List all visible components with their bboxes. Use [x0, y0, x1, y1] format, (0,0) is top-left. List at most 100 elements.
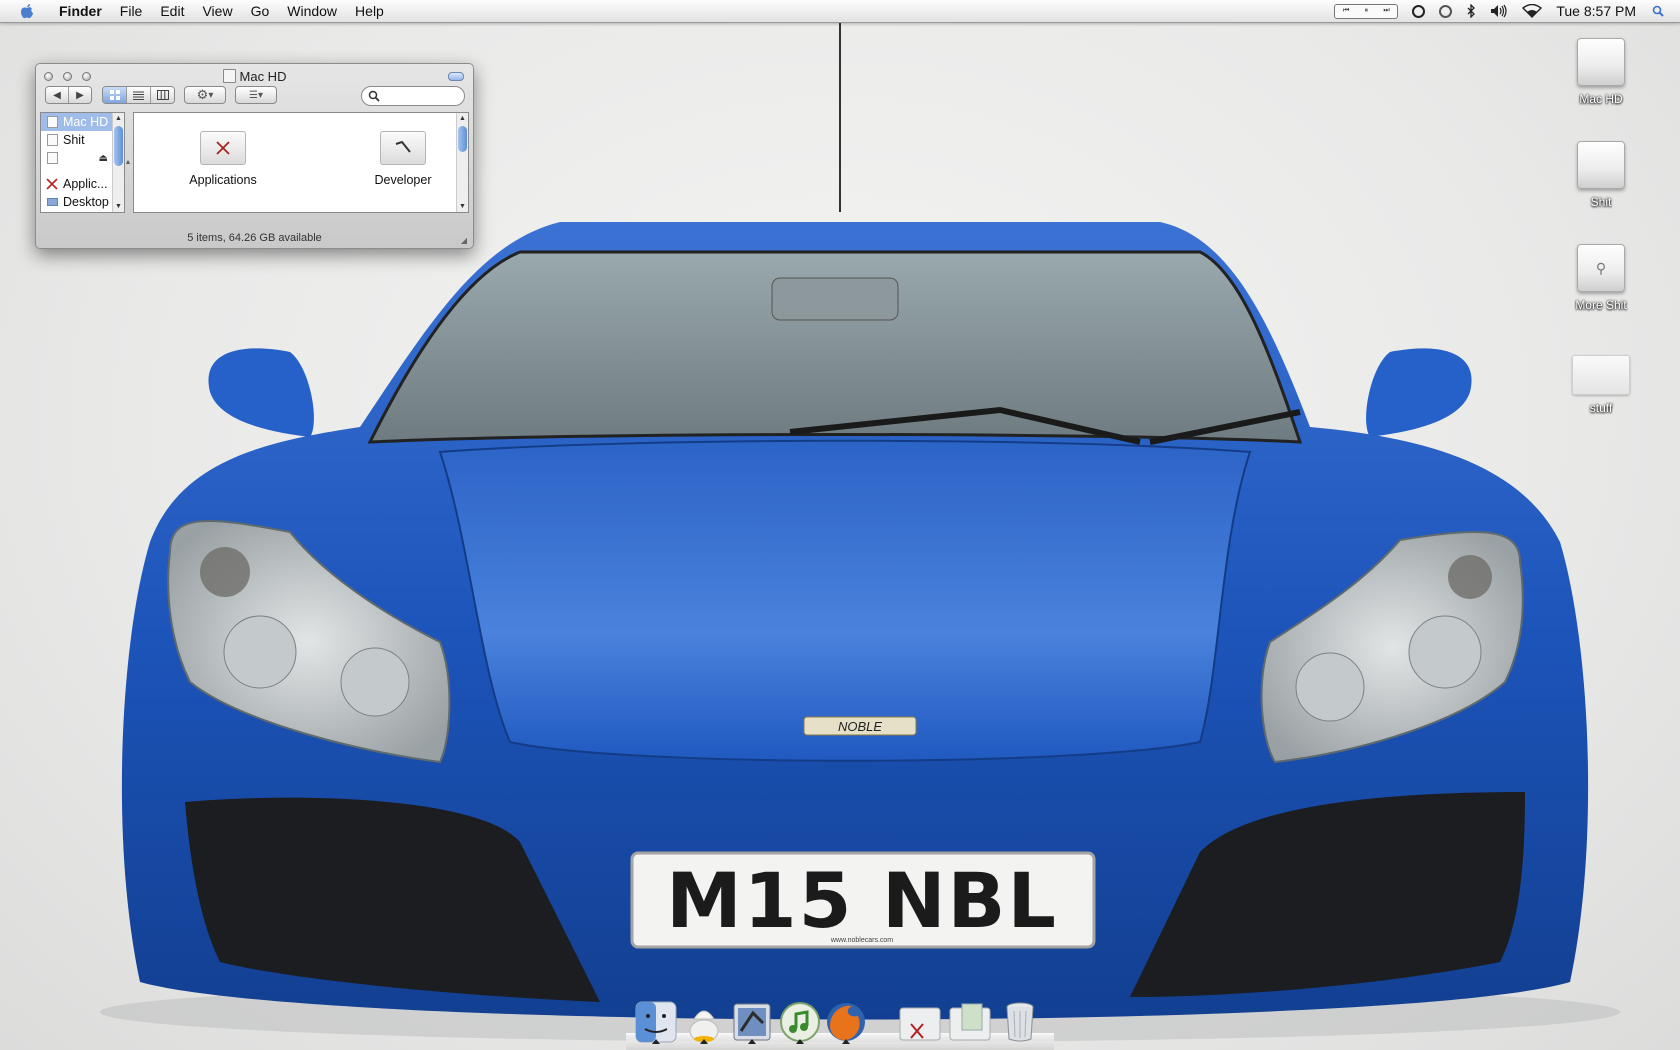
hard-drive-icon: [1577, 141, 1625, 189]
desktop-icon-label: More Shit: [1575, 298, 1627, 312]
applications-stack-icon: [899, 1007, 941, 1041]
apple-logo-icon[interactable]: [18, 2, 36, 20]
search-icon: [368, 90, 380, 102]
back-forward-control: ◀ ▶: [45, 86, 92, 104]
previous-track-icon[interactable]: ⏮: [1343, 7, 1349, 15]
developer-folder-icon: [380, 131, 426, 165]
finder-toolbar: ◀ ▶ ⚙ ▾ ☰ ▾: [36, 86, 473, 112]
finder-icon: [635, 1001, 677, 1043]
scroll-up-arrow-icon[interactable]: ▲: [115, 115, 122, 122]
volume-icon[interactable]: [1490, 4, 1508, 18]
documents-stack-icon: [949, 1003, 991, 1041]
desktop-icon-label: Mac HD: [1579, 92, 1623, 106]
dock-adium[interactable]: [682, 1000, 726, 1044]
dock-trash[interactable]: [998, 1000, 1042, 1044]
firefox-icon: [827, 1003, 865, 1041]
window-title: Mac HD: [36, 69, 473, 84]
hard-drive-icon: [47, 134, 58, 146]
list-view-button[interactable]: [127, 87, 151, 103]
applications-folder-icon: [200, 131, 246, 165]
dock-applications-stack[interactable]: [898, 1000, 942, 1044]
desktop-icon-shit[interactable]: Shit: [1551, 141, 1651, 209]
arrange-icon: ☰: [249, 89, 258, 101]
itunes-icon: [780, 1002, 820, 1042]
menu-help[interactable]: Help: [346, 0, 393, 22]
hard-drive-icon: [47, 116, 58, 128]
sidebar-item-label: Shit: [63, 133, 85, 147]
finder-titlebar[interactable]: Mac HD: [36, 64, 473, 86]
itunes-controller-icon[interactable]: ⏮ ⏸ ⏭: [1334, 3, 1399, 19]
dock-finder[interactable]: [634, 1000, 678, 1044]
resize-grip-icon[interactable]: ◢: [461, 236, 467, 245]
desktop-icon-label: stuff: [1589, 401, 1613, 415]
eject-icon[interactable]: ⏏: [99, 150, 108, 168]
wifi-icon[interactable]: [1522, 4, 1543, 18]
time-machine-icon[interactable]: [1439, 4, 1453, 18]
usb-drive-icon: ⚲: [1577, 244, 1625, 292]
sync-icon[interactable]: [1412, 4, 1426, 18]
pause-icon[interactable]: ⏸: [1365, 7, 1369, 15]
content-scrollbar[interactable]: ▲ ▼: [456, 113, 468, 212]
plate-text: M15 NBL: [666, 856, 1058, 945]
column-view-icon: [156, 90, 169, 100]
menu-file[interactable]: File: [111, 0, 152, 22]
icon-view-button[interactable]: [103, 87, 127, 103]
back-button[interactable]: ◀: [46, 87, 69, 103]
file-item-applications[interactable]: Applications: [178, 127, 268, 187]
desktop-icon-stuff[interactable]: stuff: [1551, 347, 1651, 415]
column-view-button[interactable]: [151, 87, 174, 103]
menubar-clock[interactable]: Tue 8:57 PM: [1556, 3, 1636, 19]
desktop-icon-more-shit[interactable]: ⚲ More Shit: [1551, 244, 1651, 312]
scroll-thumb[interactable]: [458, 126, 467, 152]
desktop-icon-mac-hd[interactable]: Mac HD: [1551, 38, 1651, 106]
search-field[interactable]: [361, 86, 465, 106]
status-bar: 5 items, 64.26 GB available: [187, 232, 322, 244]
menu-edit[interactable]: Edit: [151, 0, 193, 22]
scroll-down-arrow-icon[interactable]: ▼: [459, 203, 466, 210]
dock: [626, 997, 1054, 1050]
applications-icon: [46, 178, 58, 190]
desktop-icon-label: Shit: [1590, 195, 1612, 209]
menu-view[interactable]: View: [193, 0, 241, 22]
split-view-divider[interactable]: ▴: [126, 157, 130, 166]
toolbar-toggle-button[interactable]: [448, 72, 464, 81]
dock-firefox[interactable]: [824, 1000, 868, 1044]
plate-url: www.noblecars.com: [830, 937, 893, 944]
finder-content-area: Applications Developer ▲ ▼: [133, 112, 469, 213]
gear-icon: ⚙: [196, 87, 209, 102]
action-menu-button[interactable]: ⚙ ▾: [184, 86, 226, 104]
menu-finder[interactable]: Finder: [50, 0, 111, 22]
chevron-down-icon: ▾: [257, 89, 263, 101]
menu-window[interactable]: Window: [278, 0, 346, 22]
menu-bar: Finder File Edit View Go Window Help ⏮ ⏸…: [0, 0, 1680, 23]
sidebar-scrollbar[interactable]: ▲ ▼: [112, 113, 124, 212]
file-item-label: Applications: [189, 173, 257, 187]
noble-badge-text: NOBLE: [838, 719, 882, 734]
next-track-icon[interactable]: ⏭: [1383, 7, 1389, 15]
adium-icon: [689, 1010, 719, 1043]
dock-mail[interactable]: [730, 1000, 774, 1044]
spotlight-icon[interactable]: [1650, 3, 1666, 19]
scroll-up-arrow-icon[interactable]: ▲: [459, 115, 466, 122]
hard-drive-icon: [1577, 38, 1625, 86]
window-title-text: Mac HD: [239, 69, 287, 84]
desktop-icon: [47, 198, 58, 206]
chevron-down-icon: ▾: [208, 89, 214, 101]
scroll-thumb[interactable]: [114, 126, 123, 166]
sidebar-item-label: Desktop: [63, 195, 109, 209]
mail-icon: [733, 1003, 771, 1041]
scroll-down-arrow-icon[interactable]: ▼: [115, 203, 122, 210]
menu-go[interactable]: Go: [242, 0, 279, 22]
sidebar-item-label: Applic...: [63, 177, 108, 191]
usb-drive-icon: [47, 152, 58, 164]
trash-icon: [1006, 1002, 1034, 1042]
dock-itunes[interactable]: [778, 1000, 822, 1044]
search-input[interactable]: [382, 89, 464, 105]
bluetooth-icon[interactable]: [1466, 4, 1476, 18]
file-item-developer[interactable]: Developer: [358, 127, 448, 187]
dock-documents-stack[interactable]: [948, 1000, 992, 1044]
finder-sidebar: Mac HD Shit ⏏ Applic... Desktop ▲ ▼: [40, 112, 125, 213]
forward-button[interactable]: ▶: [69, 87, 91, 103]
arrange-menu-button[interactable]: ☰ ▾: [235, 86, 277, 104]
view-mode-control: [102, 86, 175, 104]
